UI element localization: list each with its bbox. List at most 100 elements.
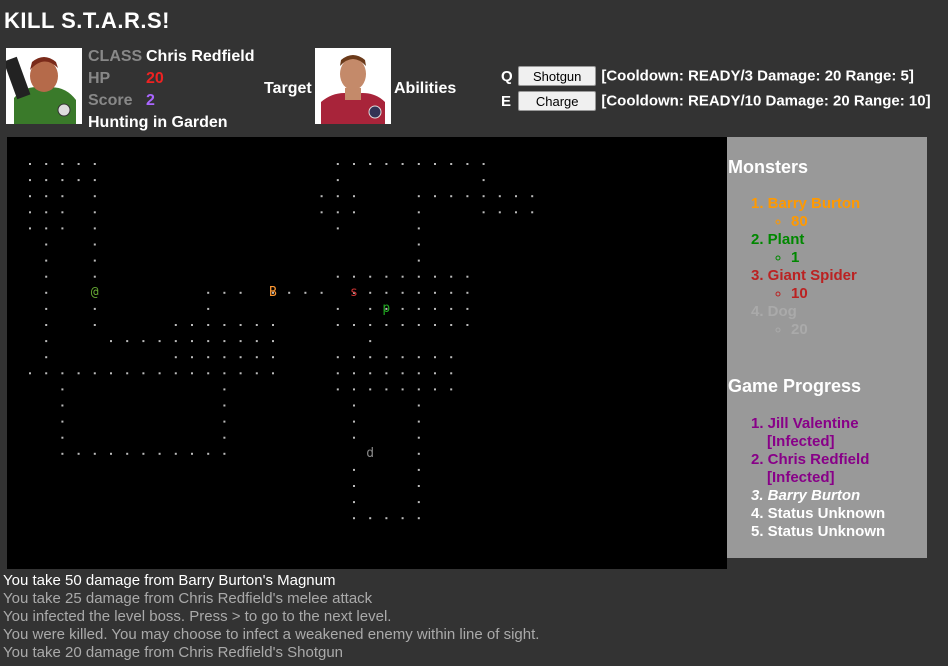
class-value: Chris Redfield (146, 48, 255, 65)
floor-tile (336, 324, 339, 326)
floor-tile (272, 356, 274, 359)
floor-tile (434, 324, 436, 326)
floor-tile (191, 340, 193, 343)
floor-tile (353, 501, 355, 504)
floor-tile (61, 388, 64, 391)
floor-tile (126, 372, 129, 375)
floor-tile (320, 195, 323, 198)
floor-tile (45, 372, 48, 375)
floor-tile (401, 356, 404, 359)
floor-tile (93, 195, 96, 198)
floor-tile (353, 420, 355, 423)
floor-tile (191, 356, 193, 359)
floor-tile (77, 452, 80, 455)
score-label: Score (88, 92, 133, 109)
floor-tile (515, 195, 517, 198)
floor-tile (434, 291, 436, 294)
floor-tile (450, 388, 453, 391)
floor-tile (29, 227, 31, 230)
floor-tile (158, 340, 161, 343)
floor-tile (417, 420, 420, 423)
shotgun-button[interactable]: Shotgun (518, 66, 597, 86)
floor-tile (45, 195, 48, 198)
floor-tile (45, 227, 48, 230)
floor-tile (336, 195, 339, 198)
monster-hp: 10 (791, 285, 860, 303)
log-line: You infected the level boss. Press > to … (3, 608, 392, 625)
floor-tile (353, 195, 355, 198)
floor-tile (61, 404, 64, 407)
floor-tile (417, 163, 420, 165)
floor-tile (304, 291, 307, 294)
floor-tile (77, 179, 80, 182)
floor-tile (126, 340, 129, 343)
floor-tile (336, 163, 339, 165)
floor-tile (45, 259, 48, 262)
floor-tile (482, 195, 485, 198)
hp-label: HP (88, 70, 111, 87)
floor-tile (45, 356, 48, 359)
floor-tile (369, 372, 372, 375)
target-label: Target (264, 80, 312, 97)
floor-tile (385, 163, 388, 165)
log-line: You take 20 damage from Chris Redfield's… (3, 644, 344, 661)
floor-tile (255, 356, 258, 359)
floor-tile (369, 388, 372, 391)
floor-tile (288, 291, 291, 294)
floor-tile (336, 388, 339, 391)
progress-name: 4. Status Unknown (751, 505, 886, 522)
floor-tile (417, 404, 420, 407)
floor-tile (531, 195, 534, 198)
floor-tile (417, 517, 420, 520)
floor-tile (336, 227, 339, 230)
floor-tile (239, 291, 242, 294)
floor-tile (450, 291, 453, 294)
ability-e-key: E (501, 92, 512, 110)
floor-tile (45, 163, 48, 165)
floor-tile (401, 324, 404, 326)
floor-tile (336, 275, 339, 278)
progress-name: 3. Barry Burton (751, 487, 861, 504)
floor-tile (93, 372, 96, 375)
floor-tile (369, 291, 372, 294)
progress-name: 1. Jill Valentine (751, 415, 859, 432)
floor-tile (191, 324, 193, 326)
monster-hp: 80 (791, 213, 860, 231)
floor-tile (45, 307, 48, 310)
floor-tile (498, 195, 501, 198)
floor-tile (272, 340, 274, 343)
floor-tile (417, 324, 420, 326)
floor-tile (336, 372, 339, 375)
ability-q-info: [Cooldown: READY/3 Damage: 20 Range: 5] (601, 67, 914, 85)
floor-tile (174, 356, 177, 359)
floor-tile (207, 372, 210, 375)
progress-item: 3. Barry Burton (751, 487, 885, 505)
floor-tile (353, 517, 355, 520)
floor-tile (450, 307, 453, 310)
floor-tile (434, 388, 436, 391)
floor-tile (417, 259, 420, 262)
monster-item: 2. Plant1 (751, 231, 860, 267)
monsters-heading: Monsters (728, 157, 809, 177)
floor-tile (174, 372, 177, 375)
charge-button[interactable]: Charge (518, 91, 597, 111)
floor-tile (93, 227, 96, 230)
floor-tile (466, 195, 469, 198)
monster-item: 1. Barry Burton80 (751, 195, 860, 231)
floor-tile (255, 340, 258, 343)
floor-tile (174, 340, 177, 343)
game-map[interactable]: @ Bs p d (7, 137, 727, 569)
floor-tile (45, 243, 48, 246)
floor-tile (336, 211, 339, 214)
floor-tile (417, 227, 420, 230)
floor-tile (255, 372, 258, 375)
floor-tile (353, 436, 355, 439)
floor-tile (434, 163, 436, 165)
ability-e-info: [Cooldown: READY/10 Damage: 20 Range: 10… (601, 92, 931, 110)
floor-tile (369, 324, 372, 326)
floor-tile (482, 211, 485, 214)
floor-tile (239, 356, 242, 359)
floor-tile (93, 324, 96, 326)
monster-name: 2. Plant (751, 231, 805, 248)
target-portrait (315, 48, 391, 124)
